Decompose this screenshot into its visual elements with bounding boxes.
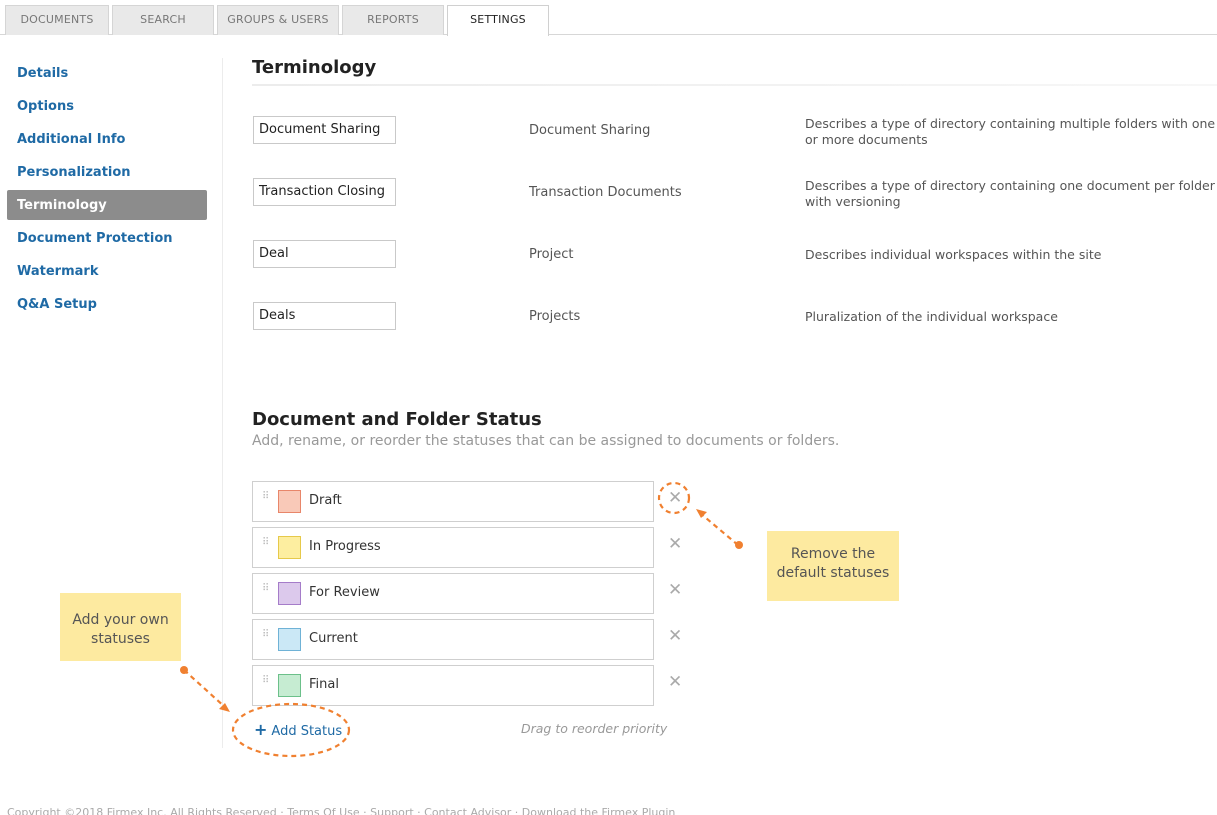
status-name[interactable]: Draft xyxy=(309,493,342,508)
status-color-swatch[interactable] xyxy=(278,674,301,697)
status-row-draft[interactable]: ⠿ Draft xyxy=(252,481,654,522)
drag-handle-icon[interactable]: ⠿ xyxy=(262,630,270,646)
status-section-title: Document and Folder Status xyxy=(252,409,542,430)
sidebar-item-details[interactable]: Details xyxy=(7,58,207,88)
status-row-final[interactable]: ⠿ Final xyxy=(252,665,654,706)
terminology-row: Document Sharing Document Sharing Descri… xyxy=(252,116,1217,147)
status-color-swatch[interactable] xyxy=(278,582,301,605)
status-name[interactable]: For Review xyxy=(309,585,380,600)
add-callout-arrow xyxy=(183,669,227,709)
sidebar-item-document-protection[interactable]: Document Protection xyxy=(7,223,207,253)
sidebar-divider xyxy=(222,58,223,748)
terminology-row: Transaction Closing Transaction Document… xyxy=(252,178,1217,209)
term-description: Describes a type of directory containing… xyxy=(805,178,1215,209)
status-name[interactable]: Final xyxy=(309,677,339,692)
tab-groups-users[interactable]: GROUPS & USERS xyxy=(217,5,339,35)
title-divider xyxy=(252,84,1217,86)
term-description: Describes individual workspaces within t… xyxy=(805,247,1102,262)
term-input-document-sharing[interactable]: Document Sharing xyxy=(253,116,396,144)
remove-statuses-callout: Remove the default statuses xyxy=(767,531,899,601)
term-description: Describes a type of directory containing… xyxy=(805,116,1216,147)
status-color-swatch[interactable] xyxy=(278,490,301,513)
status-name[interactable]: Current xyxy=(309,631,358,646)
remove-arrowhead xyxy=(696,509,707,518)
drag-handle-icon[interactable]: ⠿ xyxy=(262,538,270,554)
term-input-transaction-closing[interactable]: Transaction Closing xyxy=(253,178,396,206)
tab-search[interactable]: SEARCH xyxy=(112,5,214,35)
top-tab-bar: DOCUMENTS SEARCH GROUPS & USERS REPORTS … xyxy=(0,0,1217,36)
status-section-subtitle: Add, rename, or reorder the statuses tha… xyxy=(252,433,840,449)
close-icon[interactable]: ✕ xyxy=(668,628,682,645)
status-row-in-progress[interactable]: ⠿ In Progress xyxy=(252,527,654,568)
close-icon[interactable]: ✕ xyxy=(668,674,682,691)
status-color-swatch[interactable] xyxy=(278,536,301,559)
drag-reorder-hint: Drag to reorder priority xyxy=(521,721,668,736)
term-description: Pluralization of the individual workspac… xyxy=(805,309,1058,324)
footer-links: Copyright ©2018 Firmex Inc. All Rights R… xyxy=(7,806,676,815)
close-icon[interactable]: ✕ xyxy=(668,490,682,507)
sidebar-item-options[interactable]: Options xyxy=(7,91,207,121)
remove-callout-arrow xyxy=(699,512,739,546)
term-input-deals[interactable]: Deals xyxy=(253,302,396,330)
add-status-label: Add Status xyxy=(271,724,343,739)
close-icon[interactable]: ✕ xyxy=(668,582,682,599)
drag-handle-icon[interactable]: ⠿ xyxy=(262,492,270,508)
add-statuses-callout: Add your own statuses xyxy=(60,593,181,661)
tab-settings[interactable]: SETTINGS xyxy=(447,5,549,36)
terminology-title: Terminology xyxy=(252,57,377,78)
drag-handle-icon[interactable]: ⠿ xyxy=(262,584,270,600)
term-default: Project xyxy=(529,247,574,262)
term-default: Transaction Documents xyxy=(529,185,682,200)
status-name[interactable]: In Progress xyxy=(309,539,381,554)
sidebar-item-watermark[interactable]: Watermark xyxy=(7,256,207,286)
status-row-for-review[interactable]: ⠿ For Review xyxy=(252,573,654,614)
plus-icon: + xyxy=(254,720,268,739)
add-callout-dot xyxy=(180,666,188,674)
sidebar-item-personalization[interactable]: Personalization xyxy=(7,157,207,187)
sidebar-item-terminology[interactable]: Terminology xyxy=(7,190,207,220)
term-default: Document Sharing xyxy=(529,123,651,138)
settings-sidebar: Details Options Additional Info Personal… xyxy=(7,58,207,322)
status-row-current[interactable]: ⠿ Current xyxy=(252,619,654,660)
terminology-row: Deal Project Describes individual worksp… xyxy=(252,240,1217,270)
sidebar-item-qa-setup[interactable]: Q&A Setup xyxy=(7,289,207,319)
sidebar-item-additional-info[interactable]: Additional Info xyxy=(7,124,207,154)
term-default: Projects xyxy=(529,309,581,324)
status-color-swatch[interactable] xyxy=(278,628,301,651)
tab-documents[interactable]: DOCUMENTS xyxy=(5,5,109,35)
tab-reports[interactable]: REPORTS xyxy=(342,5,444,35)
terminology-row: Deals Projects Pluralization of the indi… xyxy=(252,302,1217,332)
add-arrowhead xyxy=(219,703,230,712)
remove-callout-dot xyxy=(735,541,743,549)
drag-handle-icon[interactable]: ⠿ xyxy=(262,676,270,692)
close-icon[interactable]: ✕ xyxy=(668,536,682,553)
term-input-deal[interactable]: Deal xyxy=(253,240,396,268)
add-status-button[interactable]: + Add Status xyxy=(254,720,342,739)
